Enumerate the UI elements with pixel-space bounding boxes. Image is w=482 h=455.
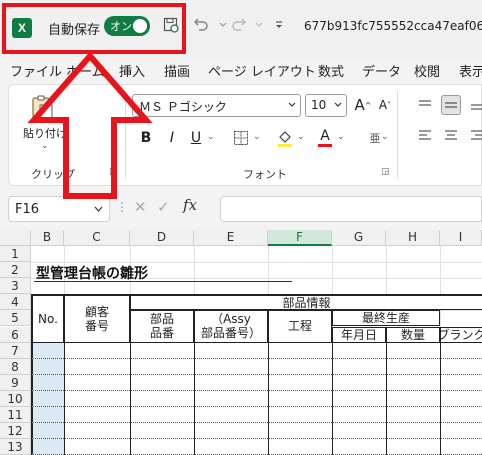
annotation-arrow	[27, 51, 153, 199]
